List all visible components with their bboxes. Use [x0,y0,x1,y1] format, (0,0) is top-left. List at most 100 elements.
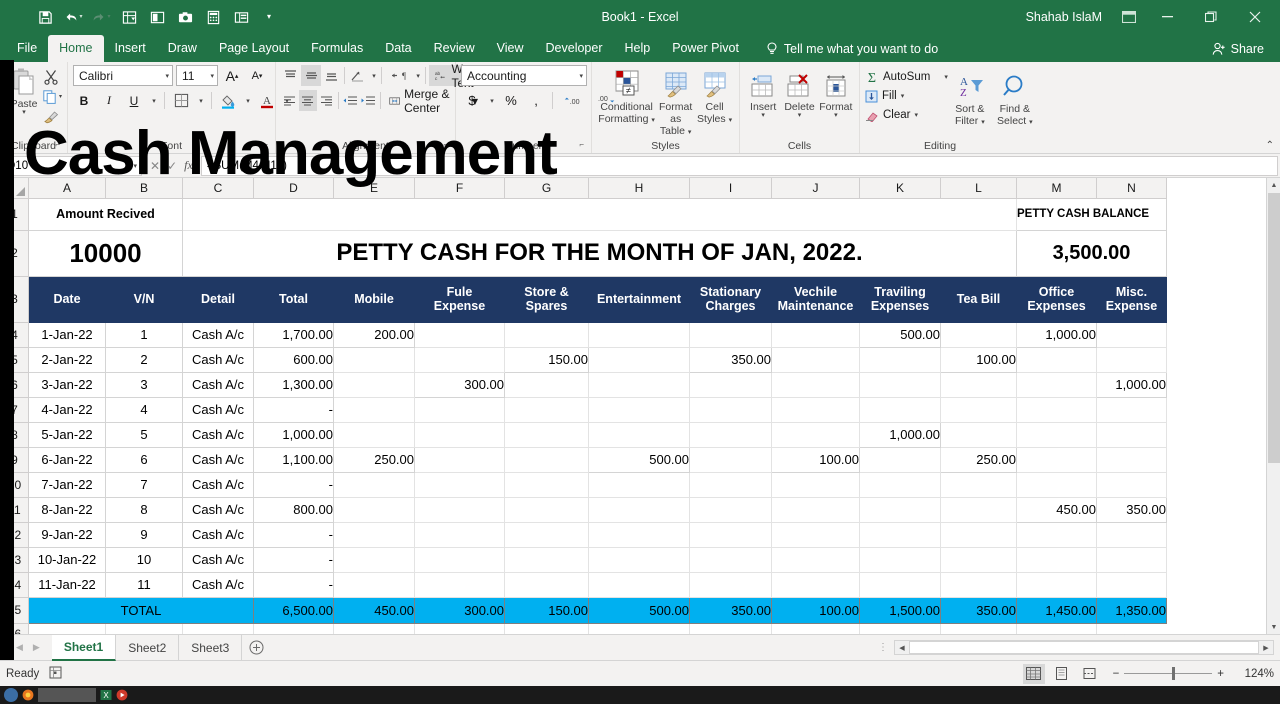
ribbon-display-options-icon[interactable] [1114,2,1144,32]
sheet-tab-sheet3[interactable]: Sheet3 [179,635,242,661]
restore-button[interactable] [1190,2,1232,32]
find-select-button[interactable]: Find &Select ▾ [992,67,1038,129]
cell-date[interactable]: 10-Jan-22 [29,547,106,572]
comma-style-button[interactable]: , [525,90,547,111]
cell-traveling-expenses[interactable] [860,447,941,472]
cell-fuel-expense[interactable] [415,422,505,447]
cell-misc-expense[interactable] [1097,572,1167,597]
cell-total[interactable]: - [254,572,334,597]
cell-detail[interactable]: Cash A/c [183,322,254,347]
zoom-level[interactable]: 124% [1236,668,1274,680]
media-player-icon[interactable] [116,689,128,701]
cell-traveling-expenses[interactable] [860,522,941,547]
cell-vehicle-maintenance[interactable] [772,572,860,597]
cell-misc-expense[interactable] [1097,447,1167,472]
cell-vn[interactable]: 8 [106,497,183,522]
table-header-fuel-expense[interactable]: FuleExpense [415,276,505,322]
cell-date[interactable]: 5-Jan-22 [29,422,106,447]
cell-mobile[interactable] [334,572,415,597]
total-traveling[interactable]: 1,500.00 [860,597,941,623]
autosum-button[interactable]: Σ AutoSum ▾ [865,68,948,86]
fill-color-button[interactable] [217,90,239,111]
cell-date[interactable]: 9-Jan-22 [29,522,106,547]
column-header-j[interactable]: J [772,178,860,198]
bold-button[interactable]: B [73,90,95,111]
cell-detail[interactable]: Cash A/c [183,372,254,397]
cell-vehicle-maintenance[interactable] [772,347,860,372]
cell-store-spares[interactable] [505,447,589,472]
cell-entertainment[interactable] [589,497,690,522]
cell-total[interactable]: 800.00 [254,497,334,522]
tab-file[interactable]: File [6,35,48,62]
cell-blank[interactable] [772,623,860,634]
column-header-l[interactable]: L [941,178,1017,198]
cell-office-expenses[interactable] [1017,447,1097,472]
vertical-scroll-thumb[interactable] [1268,193,1280,463]
firefox-icon[interactable] [22,689,34,701]
orientation-button[interactable] [348,65,367,86]
total-tea[interactable]: 350.00 [941,597,1017,623]
borders-chevron-icon[interactable]: ▾ [195,90,206,111]
cell-stationary-charges[interactable] [690,497,772,522]
cell-fuel-expense[interactable]: 300.00 [415,372,505,397]
cell-traveling-expenses[interactable] [860,347,941,372]
cell-date[interactable]: 4-Jan-22 [29,397,106,422]
cell-store-spares[interactable] [505,422,589,447]
cell-blank[interactable] [941,623,1017,634]
cell-stationary-charges[interactable] [690,372,772,397]
cell-detail[interactable]: Cash A/c [183,447,254,472]
font-color-button[interactable]: A [256,90,278,111]
cell-entertainment[interactable] [589,372,690,397]
cell-detail[interactable]: Cash A/c [183,572,254,597]
tab-page-layout[interactable]: Page Layout [208,35,300,62]
cell-vn[interactable]: 4 [106,397,183,422]
cell-date[interactable]: 6-Jan-22 [29,447,106,472]
cell-vn[interactable]: 3 [106,372,183,397]
cell-office-expenses[interactable] [1017,347,1097,372]
taskbar-window[interactable] [38,688,96,702]
cell-vehicle-maintenance[interactable] [772,522,860,547]
cell-stationary-charges[interactable]: 350.00 [690,347,772,372]
cell-blank[interactable] [106,623,183,634]
table-header-stationary-charges[interactable]: StationaryCharges [690,276,772,322]
cell-fuel-expense[interactable] [415,547,505,572]
sheet-tab-sheet1[interactable]: Sheet1 [52,635,116,661]
cell-office-expenses[interactable] [1017,472,1097,497]
format-cells-button[interactable]: Format ▾ [818,65,854,118]
total-vehicle[interactable]: 100.00 [772,597,860,623]
font-dialog-launcher-icon[interactable]: ⌐ [263,138,268,152]
number-dialog-launcher-icon[interactable]: ⌐ [579,138,584,152]
fill-button[interactable]: Fill ▾ [865,87,948,105]
cell-office-expenses[interactable]: 450.00 [1017,497,1097,522]
align-top-button[interactable] [281,65,300,86]
scroll-down-icon[interactable]: ▼ [1267,620,1280,634]
cell-entertainment[interactable] [589,347,690,372]
redo-icon[interactable]: ▾ [88,5,114,29]
cell-vehicle-maintenance[interactable] [772,322,860,347]
cell-styles-button[interactable]: CellStyles ▾ [695,65,734,127]
cell-vn[interactable]: 11 [106,572,183,597]
cell-date[interactable]: 2-Jan-22 [29,347,106,372]
align-center-button[interactable] [299,90,316,111]
insert-function-icon[interactable]: fx [184,158,193,173]
cell-fuel-expense[interactable] [415,497,505,522]
total-fuel[interactable]: 300.00 [415,597,505,623]
petty-cash-balance-value[interactable]: 3,500.00 [1017,230,1167,276]
save-icon[interactable] [32,5,58,29]
underline-chevron-icon[interactable]: ▾ [148,90,159,111]
text-direction-button[interactable]: ¶ [385,65,412,86]
cell-date[interactable]: 11-Jan-22 [29,572,106,597]
cell-store-spares[interactable] [505,497,589,522]
table-header-vn[interactable]: V/N [106,276,183,322]
scroll-up-icon[interactable]: ▲ [1267,178,1280,192]
cell-fuel-expense[interactable] [415,472,505,497]
alignment-dialog-launcher-icon[interactable]: ⌐ [443,138,448,152]
cell-detail[interactable]: Cash A/c [183,472,254,497]
cell-vn[interactable]: 1 [106,322,183,347]
column-header-f[interactable]: F [415,178,505,198]
cell-vehicle-maintenance[interactable] [772,547,860,572]
align-bottom-button[interactable] [322,65,341,86]
cell-misc-expense[interactable] [1097,422,1167,447]
align-right-button[interactable] [318,90,335,111]
undo-icon[interactable]: ▾ [60,5,86,29]
